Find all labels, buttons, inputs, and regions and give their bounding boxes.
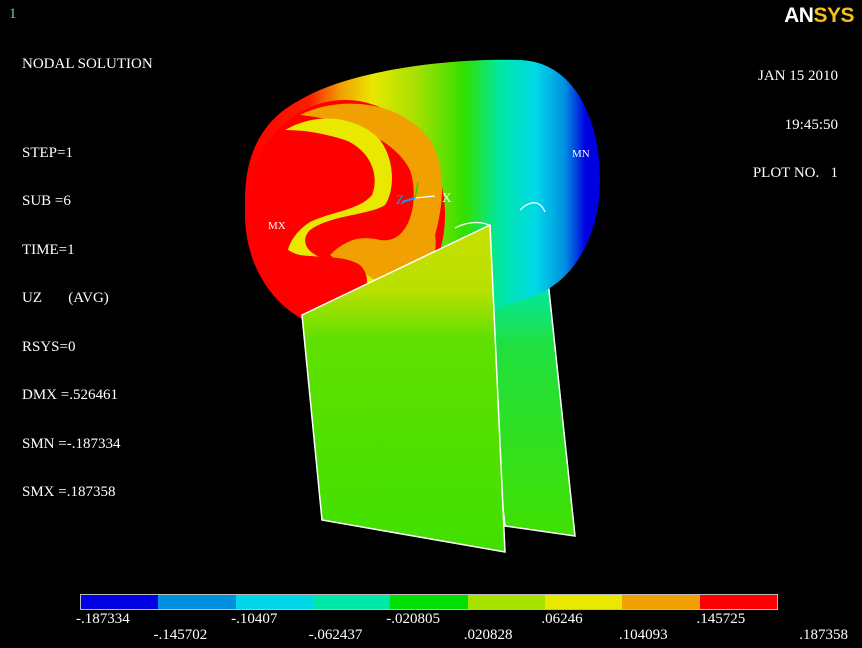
legend-label: .020828 <box>463 627 513 643</box>
max-marker: MX <box>268 220 286 232</box>
legend-swatch <box>622 595 700 609</box>
plot-time: 19:45:50 <box>784 116 838 133</box>
info-step: STEP=1 <box>22 144 73 161</box>
window-number: 1 <box>9 6 17 22</box>
plot-date-block: JAN 15 2010 19:45:50 PLOT NO. 1 <box>753 36 838 214</box>
legend-swatch <box>699 595 777 609</box>
logo-sys: SYS <box>813 4 854 27</box>
legend-label: -.10407 <box>231 611 278 627</box>
ansys-graphics-window: 1 ANSYS NODAL SOLUTION STEP=1 SUB =6 TIM… <box>0 0 862 648</box>
legend-label: .187358 <box>799 627 848 643</box>
info-time: TIME=1 <box>22 241 75 258</box>
legend-label: -.062437 <box>308 627 363 643</box>
plot-date: JAN 15 2010 <box>757 68 838 84</box>
info-smn: SMN =-.187334 <box>22 435 121 452</box>
legend-swatch <box>390 595 468 609</box>
info-title: NODAL SOLUTION <box>22 56 153 72</box>
plot-number: PLOT NO. 1 <box>752 165 838 181</box>
legend-swatch <box>235 595 313 609</box>
legend-swatch <box>81 595 159 609</box>
legend-label: -.187334 <box>76 611 130 627</box>
contour-legend-bar <box>80 594 778 610</box>
legend-swatch <box>158 595 236 609</box>
info-dmx: DMX =.526461 <box>22 387 118 403</box>
logo-an: AN <box>784 4 814 27</box>
min-marker: MN <box>572 148 590 160</box>
legend-swatch <box>467 595 545 609</box>
legend-label: .06246 <box>541 611 583 627</box>
ansys-logo: ANSYS <box>784 4 854 28</box>
legend-swatch <box>312 595 391 609</box>
legend-label: -.145702 <box>153 627 208 643</box>
legend-label: .104093 <box>618 627 668 643</box>
x-axis-label: X <box>442 190 452 205</box>
info-rsys: RSYS=0 <box>22 338 76 355</box>
legend-label: -.020805 <box>386 611 440 627</box>
legend-label: .145725 <box>696 611 746 627</box>
info-smx: SMX =.187358 <box>22 484 116 500</box>
info-sub: SUB =6 <box>22 193 71 209</box>
solution-info: NODAL SOLUTION STEP=1 SUB =6 TIME=1 UZ (… <box>22 24 153 533</box>
legend-swatch <box>544 595 623 609</box>
z-axis-label: Z <box>396 192 404 207</box>
info-component: UZ (AVG) <box>22 290 109 306</box>
